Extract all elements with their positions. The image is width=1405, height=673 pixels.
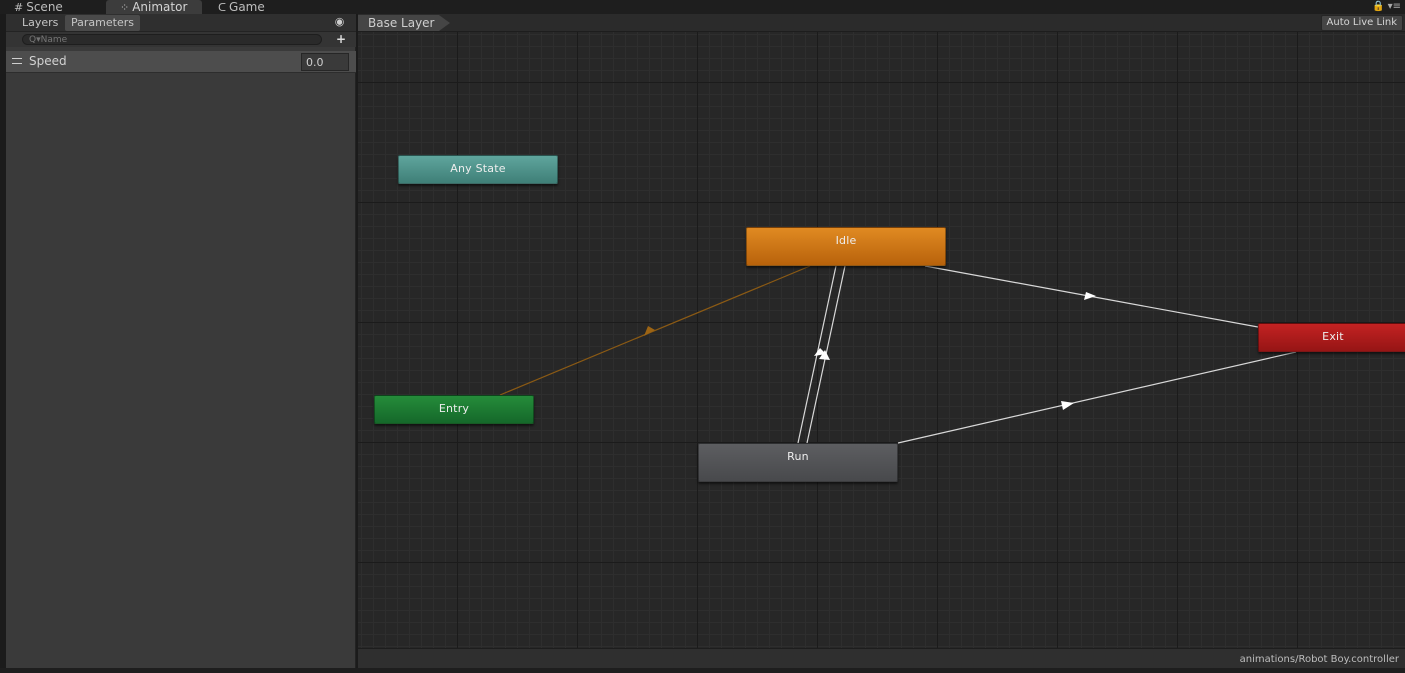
- parameter-row-speed[interactable]: Speed: [6, 51, 356, 73]
- window-bottom-edge: [0, 668, 1405, 673]
- left-panel-tabs: Layers Parameters ◉: [6, 14, 356, 32]
- window-tab-strip: # Scene ⁘ Animator ᑕ Game 🔒 ▾≡: [0, 0, 1405, 14]
- parameter-name: Speed: [29, 54, 67, 68]
- transition-entry-idle[interactable]: [499, 265, 811, 396]
- tab-animator-label: Animator: [132, 0, 188, 14]
- lock-icon[interactable]: 🔒: [1372, 1, 1384, 12]
- tab-animator[interactable]: ⁘ Animator: [106, 0, 202, 14]
- state-idle-label: Idle: [835, 234, 857, 247]
- search-input[interactable]: [22, 34, 322, 45]
- state-entry[interactable]: Entry: [374, 395, 534, 424]
- add-parameter-button[interactable]: +: [336, 32, 346, 46]
- state-run-label: Run: [787, 450, 809, 463]
- graph-toolbar: Base Layer Auto Live Link: [358, 14, 1405, 32]
- breadcrumb[interactable]: Base Layer: [358, 15, 450, 31]
- status-bar: animations/Robot Boy.controller: [358, 648, 1405, 668]
- state-exit-label: Exit: [1322, 330, 1344, 343]
- tab-scene[interactable]: # Scene: [0, 0, 96, 14]
- search-row: +: [6, 32, 356, 47]
- state-machine-graph[interactable]: Any State Idle Entry Run Exit: [358, 32, 1405, 648]
- state-entry-label: Entry: [438, 402, 470, 415]
- tab-game-label: Game: [229, 0, 265, 14]
- window-menu-icon[interactable]: ▾≡: [1388, 1, 1401, 12]
- drag-handle-icon[interactable]: [12, 58, 22, 64]
- state-idle[interactable]: Idle: [746, 227, 946, 266]
- tab-scene-label: Scene: [26, 0, 63, 14]
- state-any-state-label: Any State: [450, 162, 506, 175]
- state-exit[interactable]: Exit: [1258, 323, 1405, 352]
- state-run[interactable]: Run: [698, 443, 898, 482]
- auto-live-link-button[interactable]: Auto Live Link: [1320, 15, 1403, 31]
- arrow-run-exit: [1061, 401, 1074, 410]
- transition-links: [499, 265, 1297, 444]
- arrow-idle-exit: [1084, 292, 1096, 300]
- tab-layers[interactable]: Layers: [16, 15, 64, 31]
- eye-icon[interactable]: ◉: [333, 16, 346, 28]
- parameters-panel: Layers Parameters ◉ + Speed: [6, 14, 356, 668]
- window-controls: 🔒 ▾≡: [1372, 1, 1401, 12]
- tab-parameters[interactable]: Parameters: [65, 15, 140, 31]
- controller-path: animations/Robot Boy.controller: [1239, 654, 1399, 665]
- tab-game[interactable]: ᑕ Game: [204, 0, 294, 14]
- animator-icon: ⁘: [120, 0, 130, 14]
- transition-run-exit[interactable]: [897, 351, 1297, 444]
- pacman-icon: ᑕ: [218, 0, 227, 14]
- parameter-value-field[interactable]: [301, 53, 349, 71]
- state-any-state[interactable]: Any State: [398, 155, 558, 184]
- grid-icon: #: [14, 0, 24, 14]
